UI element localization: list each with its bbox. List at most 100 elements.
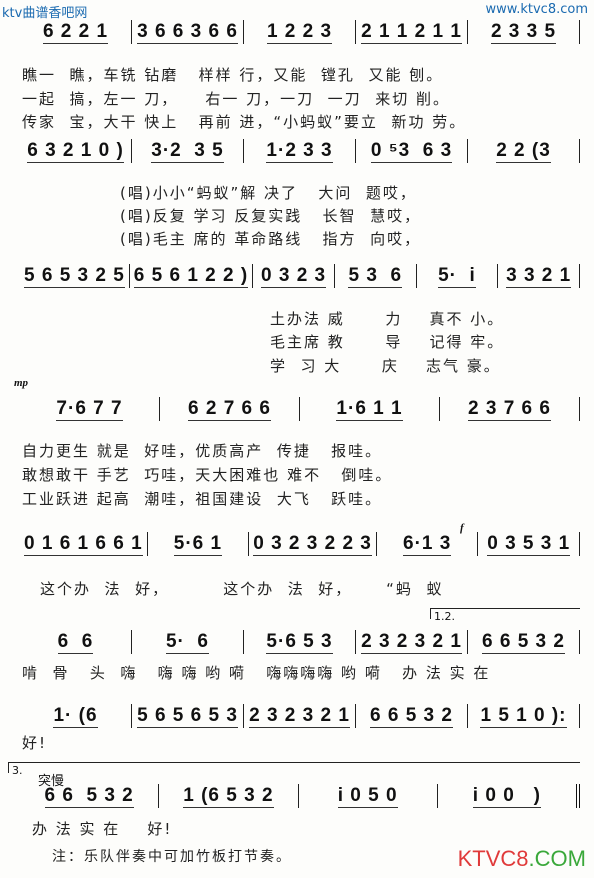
notes: 2 3 2 3 2 1 (361, 631, 462, 654)
measure: 6 2 2 1 (20, 20, 132, 44)
measure: 2 1 1 2 1 1 (356, 20, 468, 44)
measure: 0 ⁵3 6 3 (356, 139, 468, 163)
measure: 5·6 1 (148, 532, 250, 556)
measure: 6 6 5 3 2 (356, 704, 468, 728)
lyric-line: 土办法 威 力 真不 小。 (270, 310, 505, 328)
measure: 0 3 2 3 2 2 3 (249, 532, 377, 556)
measure: 3 3 2 1 (498, 264, 581, 288)
notes: 6 6 5 3 2 (44, 785, 134, 808)
measure: 5 6 5 3 2 5 (20, 264, 130, 288)
measure: 1· (6 (20, 704, 132, 728)
measure: 3 6 6 3 6 6 (132, 20, 244, 44)
measure: 2 3 7 6 6 (440, 397, 580, 421)
footnote: 注：乐队伴奏中可加竹板打节奏。 (52, 849, 292, 865)
notes: 6·1 3 (403, 533, 452, 556)
notes: 3 6 6 3 6 6 (137, 21, 238, 44)
measure: 5 6 5 6 5 3 (132, 704, 244, 728)
staff-system: 6 6 5· 6 5·6 5 3 2 3 2 3 2 1 6 6 5 3 2 (20, 628, 580, 654)
notes: 1 5 1 0 ): (480, 705, 567, 728)
measure: 0 1 6 1 6 6 1 (20, 532, 148, 556)
measure: 6 6 (20, 630, 132, 654)
ktvc8-logo: KTVC8.COM (457, 846, 586, 871)
staff-system: 1· (6 5 6 5 6 5 3 2 3 2 3 2 1 6 6 5 3 2 1 5 … (20, 702, 580, 728)
lyric-line: 啃 骨 头 嗨 嗨 嗨 哟 嗬 嗨嗨嗨嗨 哟 嗬 办 法 实 在 (22, 664, 491, 682)
volta-label: 1.2. (434, 610, 455, 623)
measure: 6 3 2 1 0 ) (20, 139, 132, 163)
notes: 1·6 1 1 (336, 398, 403, 421)
dynamic-mark: f (460, 522, 464, 534)
staff-system: 6 3 2 1 0 ) 3·2 3 5 1·2 3 3 0 ⁵3 6 3 2 2 (3 (20, 137, 580, 163)
volta-bracket: 1.2. (430, 608, 580, 623)
notes: 6 5 6 1 2 2 ) (133, 265, 249, 288)
notes: 2 3 2 3 2 1 (249, 705, 350, 728)
measure: 2 3 3 5 (468, 20, 580, 44)
measure: 1·2 3 3 (244, 139, 356, 163)
notes: 5 3 6 (348, 265, 403, 288)
volta-label: 3. (12, 764, 23, 777)
measure: 7·6 7 7 (20, 397, 160, 421)
notes: 6 2 7 6 6 (188, 398, 271, 421)
notes: 3 3 2 1 (506, 265, 572, 288)
notes: 1 2 2 3 (266, 21, 333, 44)
measure: 6 2 7 6 6 (160, 397, 300, 421)
notes: 5· i (438, 265, 476, 288)
notes: 5 6 5 6 5 3 (137, 705, 238, 728)
lyric-line: 传家 宝，大干 快上 再前 进，“小蚂蚁”要立 新功 劳。 (22, 113, 467, 131)
measure: 3·2 3 5 (132, 139, 244, 163)
notes: 6 6 5 3 2 (370, 705, 453, 728)
dynamic-mark: mp (14, 377, 29, 389)
measure: 6 5 6 1 2 2 ) (130, 264, 254, 288)
watermark-right: www.ktvc8.com (485, 2, 588, 17)
measure: 0 3 2 3 (253, 264, 335, 288)
tempo-mark: 突慢 (38, 774, 65, 789)
notes: 0 ⁵3 6 3 (370, 140, 453, 163)
staff-system: 5 6 5 3 2 5 6 5 6 1 2 2 ) 0 3 2 3 5 3 6 5· i… (20, 262, 581, 288)
notes: 5·6 1 (173, 533, 223, 556)
measure: 6 6 5 3 2 (468, 630, 580, 654)
lyric-line: (唱)反复 学习 反复实践 长智 慧哎， (120, 207, 422, 225)
staff-system: 0 1 6 1 6 6 1 5·6 1 0 3 2 3 2 2 3 6·1 3 0 3 … (20, 530, 580, 556)
measure: 1 (6 5 3 2 (159, 784, 299, 808)
staff-system: 6 6 5 3 2 1 (6 5 3 2 i 0 5 0 i 0 0 ) (20, 782, 580, 808)
notes: 0 3 2 3 (261, 265, 327, 288)
notes: 5·6 5 3 (266, 631, 333, 654)
notes: 0 3 2 3 2 2 3 (253, 533, 372, 556)
notes: 2 3 3 5 (490, 21, 557, 44)
notes: 2 1 1 2 1 1 (361, 21, 462, 44)
lyric-line: 瞧一 瞧，车铣 钻磨 样样 行，又能 镗孔 又能 刨。 (22, 66, 444, 84)
lyric-line: 工业跃进 起高 潮哇，祖国建设 大飞 跃哇。 (22, 490, 383, 508)
volta-bracket: 3. (8, 762, 580, 777)
notes: 3·2 3 5 (151, 140, 224, 163)
measure: 6·1 3 (377, 532, 479, 556)
measure: 1 2 2 3 (244, 20, 356, 44)
notes: 6 3 2 1 0 ) (27, 140, 124, 163)
lyric-line: 这个办 法 好， 这个办 法 好， “蚂 蚁 (40, 580, 444, 598)
score-page: ktv曲谱香吧网 www.ktvc8.com 6 2 2 13 6 6 3 6 … (0, 0, 594, 878)
notes: 6 6 5 3 2 (482, 631, 565, 654)
notes: 2 3 7 6 6 (468, 398, 551, 421)
notes: i 0 0 ) (472, 785, 541, 808)
measure: 5· i (417, 264, 499, 288)
measure: i 0 0 ) (438, 784, 580, 808)
measure: 2 3 2 3 2 1 (356, 630, 468, 654)
notes: 0 3 5 3 1 (487, 533, 571, 556)
notes: 0 1 6 1 6 6 1 (24, 533, 143, 556)
notes: 6 2 2 1 (42, 21, 109, 44)
notes: 7·6 7 7 (56, 398, 123, 421)
lyric-line: 自力更生 就是 好哇，优质高产 传捷 报哇。 (22, 442, 383, 460)
lyric-line: 好! (22, 734, 48, 752)
measure: 1 5 1 0 ): (468, 704, 580, 728)
notes: i 0 5 0 (337, 785, 398, 808)
notes: 2 2 (3 (496, 140, 551, 163)
lyric-line: 敢想敢干 手艺 巧哇，天大困难也 难不 倒哇。 (22, 466, 393, 484)
notes: 5 6 5 3 2 5 (24, 265, 125, 288)
measure: 5· 6 (132, 630, 244, 654)
notes: 1·2 3 3 (266, 140, 333, 163)
lyric-line: 毛主席 教 导 记得 牢。 (270, 333, 505, 351)
lyric-line: (唱)小小“蚂蚁”解 决了 大问 题哎， (120, 184, 417, 202)
staff-system: 6 2 2 1 3 6 6 3 6 6 1 2 2 3 2 1 1 2 1 1 2 3 … (20, 18, 580, 44)
measure: 1·6 1 1 (300, 397, 440, 421)
staff-system: 7·6 7 7 6 2 7 6 6 1·6 1 1 2 3 7 6 6 (20, 395, 580, 421)
notes: 5· 6 (165, 631, 210, 654)
measure: 5·6 5 3 (244, 630, 356, 654)
